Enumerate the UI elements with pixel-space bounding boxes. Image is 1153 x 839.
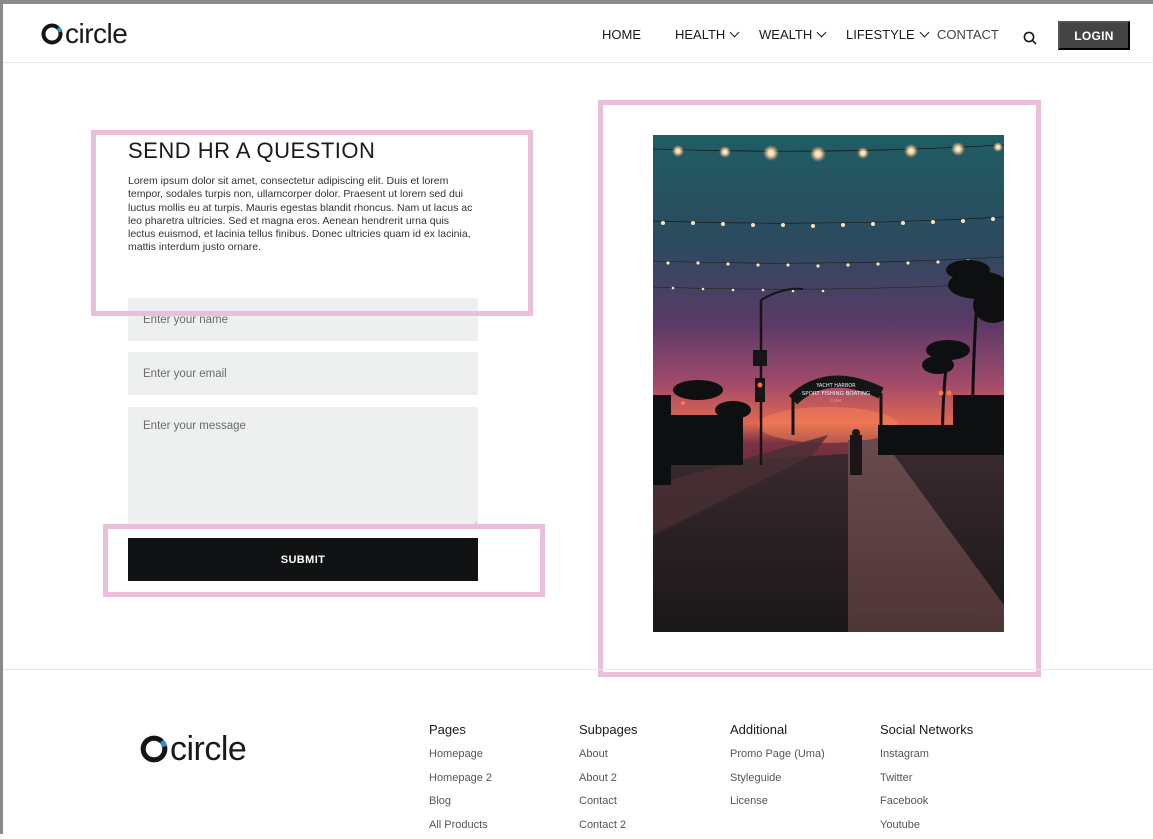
footer-column-title: Additional <box>730 722 825 737</box>
arch-sign-line2: SPORT FISHING BOATING <box>802 391 870 397</box>
nav-home-label: HOME <box>602 27 641 42</box>
name-field[interactable] <box>128 298 478 341</box>
footer-link[interactable]: Promo Page (Uma) <box>730 745 825 769</box>
window-frame-left <box>0 0 3 834</box>
footer-link[interactable]: Styleguide <box>730 769 825 793</box>
login-button[interactable]: LOGIN <box>1058 21 1130 50</box>
chevron-down-icon <box>730 28 740 38</box>
footer-link[interactable]: About <box>579 745 638 769</box>
footer-link[interactable]: Blog <box>429 792 492 816</box>
circle-logo-icon <box>140 735 168 763</box>
nav-home[interactable]: HOME <box>602 27 641 42</box>
footer-column-pages: Pages Homepage Homepage 2 Blog All Produ… <box>429 722 492 839</box>
nav-wealth-label: WEALTH <box>759 27 812 42</box>
footer-link[interactable]: All Products <box>429 816 492 839</box>
hero-photo: YACHT HARBOR SPORT FISHING BOATING Cafes <box>653 135 1004 632</box>
chevron-down-icon <box>817 28 827 38</box>
footer-link[interactable]: Twitter <box>880 769 973 793</box>
footer-link[interactable]: License <box>730 792 825 816</box>
nav-health-label: HEALTH <box>675 27 725 42</box>
footer-link[interactable]: Homepage 2 <box>429 769 492 793</box>
nav-lifestyle-label: LIFESTYLE <box>846 27 915 42</box>
site-header: circle HOME HEALTH WEALTH LIFESTYLE CONT… <box>3 4 1153 63</box>
footer-link[interactable]: Instagram <box>880 745 973 769</box>
nav-contact-label: CONTACT <box>937 27 999 42</box>
main-nav: HOME HEALTH WEALTH LIFESTYLE CONTACT <box>3 27 1153 47</box>
footer-column-title: Social Networks <box>880 722 973 737</box>
nav-contact[interactable]: CONTACT <box>937 27 999 42</box>
footer-brand-logo[interactable]: circle <box>140 732 246 766</box>
footer-link[interactable]: Facebook <box>880 792 973 816</box>
email-field[interactable] <box>128 352 478 395</box>
footer-column-additional: Additional Promo Page (Uma) Styleguide L… <box>730 722 825 816</box>
footer-brand-name: circle <box>170 732 246 766</box>
footer-link[interactable]: Contact 2 <box>579 816 638 839</box>
resize-handle-icon[interactable] <box>470 521 477 528</box>
footer-column-social: Social Networks Instagram Twitter Facebo… <box>880 722 973 839</box>
footer-link[interactable]: Homepage <box>429 745 492 769</box>
footer-link[interactable]: Youtube <box>880 816 973 839</box>
arch-sign-line3: Cafes <box>830 398 841 403</box>
search-icon[interactable] <box>1023 31 1037 45</box>
submit-button[interactable]: SUBMIT <box>128 538 478 581</box>
footer-divider <box>3 669 1153 670</box>
footer-column-title: Subpages <box>579 722 638 737</box>
message-field[interactable] <box>128 407 478 529</box>
nav-lifestyle[interactable]: LIFESTYLE <box>846 27 928 42</box>
chevron-down-icon <box>919 28 929 38</box>
footer-column-title: Pages <box>429 722 492 737</box>
page-title: SEND HR A QUESTION <box>128 138 375 164</box>
arch-sign-line1: YACHT HARBOR <box>815 383 856 389</box>
intro-paragraph: Lorem ipsum dolor sit amet, consectetur … <box>128 175 478 255</box>
footer-column-subpages: Subpages About About 2 Contact Contact 2 <box>579 722 638 839</box>
footer-link[interactable]: Contact <box>579 792 638 816</box>
footer-link[interactable]: About 2 <box>579 769 638 793</box>
nav-health[interactable]: HEALTH <box>675 27 738 42</box>
nav-wealth[interactable]: WEALTH <box>759 27 825 42</box>
